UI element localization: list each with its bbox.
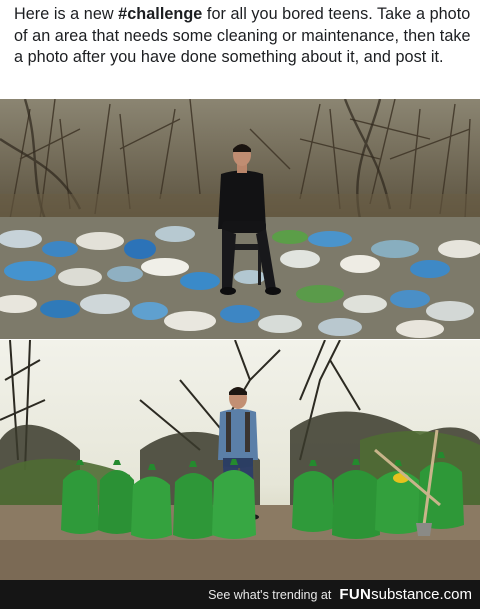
post-caption: Here is a new #challenge for all you bor… bbox=[14, 4, 472, 69]
site-footer-bar: See what's trending at FUN substance.com bbox=[0, 580, 480, 609]
trending-text: See what's trending at bbox=[208, 587, 332, 602]
logo-bold-part: FUN bbox=[339, 586, 372, 603]
challenge-hashtag[interactable]: #challenge bbox=[118, 5, 202, 23]
caption-text-start: Here is a new bbox=[14, 5, 119, 23]
funsubstance-logo[interactable]: FUN substance.com bbox=[339, 586, 472, 603]
before-photo bbox=[0, 99, 480, 339]
logo-rest-part: substance.com bbox=[371, 586, 472, 603]
after-photo bbox=[0, 340, 480, 580]
